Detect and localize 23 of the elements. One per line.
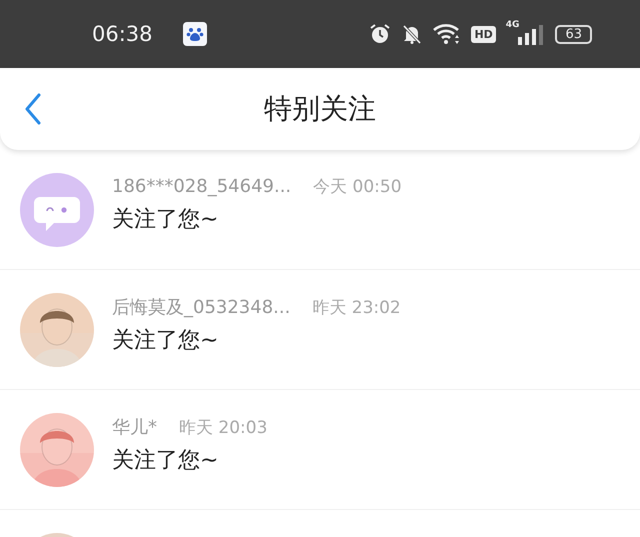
battery-level: 63 [555,24,592,44]
hd-badge: HD [471,26,496,42]
timestamp: 今天 00:50 [313,176,402,198]
timestamp: 昨天 20:03 [179,416,268,438]
clock-time: 06:38 [92,22,153,46]
network-type: 4G [506,20,520,30]
timestamp: 昨天 23:02 [312,296,401,318]
notification-message: 关注了您~ [112,206,220,234]
muted-bell-icon [401,23,424,45]
paw-app-icon [182,22,207,46]
list-item[interactable]: 华儿* 昨天 20:03 关注了您~ [0,390,640,510]
alarm-icon [369,23,392,45]
wifi-icon [433,23,462,45]
list-item[interactable]: 186***028_54649... 今天 00:50 关注了您~ [0,150,640,270]
user-name: 后悔莫及_0532348... [112,296,290,318]
notification-message: 关注了您~ [112,326,220,354]
page-title: 特别关注 [264,91,376,127]
user-name: 186***028_54649... [112,176,292,197]
list-item[interactable]: 后悔莫及_0532348... 昨天 23:02 关注了您~ [0,270,640,390]
user-name: 华儿* [112,416,157,438]
notification-message: 关注了您~ [112,446,220,474]
chat-bubble-avatar-icon [20,172,94,246]
signal-icon [517,22,546,46]
